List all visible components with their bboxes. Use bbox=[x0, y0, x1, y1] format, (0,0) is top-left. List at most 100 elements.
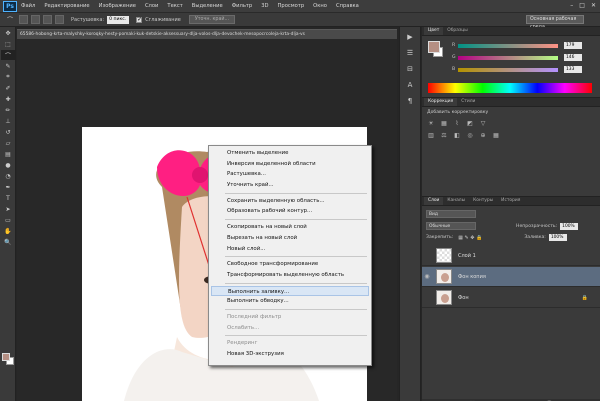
context-menu-item[interactable]: Выполнить обводку... bbox=[209, 296, 371, 307]
tab-adjustments[interactable]: Коррекция bbox=[424, 98, 458, 106]
context-menu-item[interactable]: Новая 3D-экструзия bbox=[209, 349, 371, 360]
context-menu-item[interactable]: Выполнить заливку... bbox=[211, 285, 369, 297]
layer-row-selected[interactable]: ◉ Фон копия bbox=[422, 267, 600, 287]
menu-edit[interactable]: Редактирование bbox=[44, 3, 89, 9]
history-brush-icon[interactable]: ↺ bbox=[1, 127, 15, 137]
tab-history[interactable]: История bbox=[497, 197, 524, 205]
tab-styles[interactable]: Стили bbox=[457, 98, 479, 106]
blur-tool-icon[interactable]: ● bbox=[1, 160, 15, 170]
menu-text[interactable]: Текст bbox=[167, 3, 182, 9]
menu-window[interactable]: Окно bbox=[313, 3, 327, 9]
intersect-selection-button[interactable] bbox=[55, 15, 64, 24]
fg-color-chip[interactable] bbox=[428, 41, 440, 53]
menu-layers[interactable]: Слои bbox=[145, 3, 158, 9]
context-menu-item[interactable]: Образовать рабочий контур... bbox=[209, 206, 371, 217]
layer-comps-icon[interactable]: ⊟ bbox=[402, 63, 418, 75]
move-tool-icon[interactable]: ✥ bbox=[1, 28, 15, 38]
document-tab[interactable]: 65586-hobong-krta-malyshky-koroqky-hesty… bbox=[17, 29, 397, 39]
context-menu-item[interactable]: Растушевка... bbox=[209, 169, 371, 180]
g-slider[interactable] bbox=[458, 55, 558, 60]
exposure-icon[interactable]: ◩ bbox=[466, 119, 474, 127]
layer-row[interactable]: Слой 1 bbox=[422, 246, 600, 266]
history-icon[interactable]: ☰ bbox=[402, 47, 418, 59]
context-menu-item[interactable]: Инверсия выделенной области bbox=[209, 159, 371, 170]
eyedropper-tool-icon[interactable]: ✐ bbox=[1, 83, 15, 93]
tab-swatches[interactable]: Образцы bbox=[443, 27, 471, 35]
stamp-tool-icon[interactable]: ⊥ bbox=[1, 116, 15, 126]
type-tool-icon[interactable]: T bbox=[1, 193, 15, 203]
eye-icon[interactable]: ◉ bbox=[422, 273, 432, 280]
fill-input[interactable]: 100% bbox=[548, 234, 567, 241]
r-value-input[interactable]: 179 bbox=[564, 42, 582, 49]
layer-row[interactable]: Фон 🔒 bbox=[422, 288, 600, 308]
shape-tool-icon[interactable]: ▭ bbox=[1, 215, 15, 225]
subtract-selection-button[interactable] bbox=[43, 15, 52, 24]
add-selection-button[interactable] bbox=[31, 15, 40, 24]
tab-layers[interactable]: Слои bbox=[424, 197, 444, 205]
g-value-input[interactable]: 146 bbox=[564, 54, 582, 61]
minimize-button[interactable]: – bbox=[570, 2, 573, 9]
marquee-tool-icon[interactable]: ⬚ bbox=[1, 39, 15, 49]
context-menu-item[interactable]: Новый слой... bbox=[209, 244, 371, 255]
feather-input[interactable]: 0 пикс. bbox=[107, 15, 130, 24]
tab-color[interactable]: Цвет bbox=[424, 27, 444, 35]
new-selection-button[interactable] bbox=[19, 15, 28, 24]
lasso-tool-icon[interactable]: ⌒ bbox=[4, 15, 16, 25]
lasso-tool-icon[interactable]: ⌒ bbox=[1, 50, 15, 60]
tab-channels[interactable]: Каналы bbox=[443, 197, 469, 205]
brush-tool-icon[interactable]: ✏ bbox=[1, 105, 15, 115]
context-menu-item[interactable]: Свободное трансформирование bbox=[209, 259, 371, 270]
lock-icons[interactable]: ▦ ✎ ✥ 🔒 bbox=[458, 235, 482, 241]
paragraph-icon[interactable]: ¶ bbox=[402, 95, 418, 107]
layer-kind-select[interactable]: Вид bbox=[426, 210, 476, 218]
path-select-icon[interactable]: ➤ bbox=[1, 204, 15, 214]
menu-image[interactable]: Изображение bbox=[99, 3, 136, 9]
eraser-tool-icon[interactable]: ▱ bbox=[1, 138, 15, 148]
play-icon[interactable]: ▶ bbox=[402, 31, 418, 43]
zoom-tool-icon[interactable]: 🔍 bbox=[1, 237, 15, 247]
refine-edge-button[interactable]: Уточн. край... bbox=[188, 15, 236, 24]
r-slider[interactable] bbox=[458, 43, 558, 48]
bw-icon[interactable]: ◧ bbox=[453, 131, 461, 139]
opacity-input[interactable]: 100% bbox=[560, 222, 579, 230]
gradient-tool-icon[interactable]: ▤ bbox=[1, 149, 15, 159]
context-menu-item[interactable]: Отменить выделение bbox=[209, 148, 371, 159]
photo-filter-icon[interactable]: ◎ bbox=[466, 131, 474, 139]
pen-tool-icon[interactable]: ✒ bbox=[1, 182, 15, 192]
menu-help[interactable]: Справка bbox=[336, 3, 359, 9]
foreground-color-swatch[interactable] bbox=[2, 353, 10, 361]
hue-icon[interactable]: ▥ bbox=[427, 131, 435, 139]
vibrance-icon[interactable]: ▽ bbox=[479, 119, 487, 127]
menu-filter[interactable]: Фильтр bbox=[232, 3, 253, 9]
antialias-checkbox[interactable] bbox=[136, 16, 142, 23]
close-button[interactable]: ✕ bbox=[591, 2, 596, 9]
context-menu-item[interactable]: Скопировать на новый слой bbox=[209, 222, 371, 233]
context-menu-item[interactable]: Уточнить край... bbox=[209, 180, 371, 191]
b-value-input[interactable]: 133 bbox=[564, 66, 582, 73]
color-balance-icon[interactable]: ⚖ bbox=[440, 131, 448, 139]
menu-3d[interactable]: 3D bbox=[261, 3, 268, 9]
menu-select[interactable]: Выделение bbox=[192, 3, 223, 9]
dodge-tool-icon[interactable]: ◔ bbox=[1, 171, 15, 181]
menu-view[interactable]: Просмотр bbox=[278, 3, 305, 9]
b-slider[interactable] bbox=[458, 67, 558, 72]
curves-icon[interactable]: ⌇ bbox=[453, 119, 461, 127]
crop-tool-icon[interactable]: ⌗ bbox=[1, 72, 15, 82]
workspace-select[interactable]: Основная рабочая среда bbox=[526, 15, 584, 30]
levels-icon[interactable]: ▦ bbox=[440, 119, 448, 127]
quick-select-tool-icon[interactable]: ✎ bbox=[1, 61, 15, 71]
hand-tool-icon[interactable]: ✋ bbox=[1, 226, 15, 236]
menu-file[interactable]: Файл bbox=[21, 3, 35, 9]
channel-mixer-icon[interactable]: ⊕ bbox=[479, 131, 487, 139]
healing-tool-icon[interactable]: ✚ bbox=[1, 94, 15, 104]
context-menu-item[interactable]: Трансформировать выделенную область bbox=[209, 270, 371, 281]
blend-mode-select[interactable]: Обычные bbox=[426, 222, 476, 230]
tab-paths[interactable]: Контуры bbox=[469, 197, 497, 205]
context-menu-item[interactable]: Сохранить выделенную область... bbox=[209, 196, 371, 207]
color-spectrum[interactable] bbox=[428, 83, 592, 93]
maximize-button[interactable]: □ bbox=[579, 2, 585, 9]
character-icon[interactable]: A bbox=[402, 79, 418, 91]
context-menu-item[interactable]: Вырезать на новый слой bbox=[209, 233, 371, 244]
brightness-icon[interactable]: ☀ bbox=[427, 119, 435, 127]
lookup-icon[interactable]: ▦ bbox=[492, 131, 500, 139]
